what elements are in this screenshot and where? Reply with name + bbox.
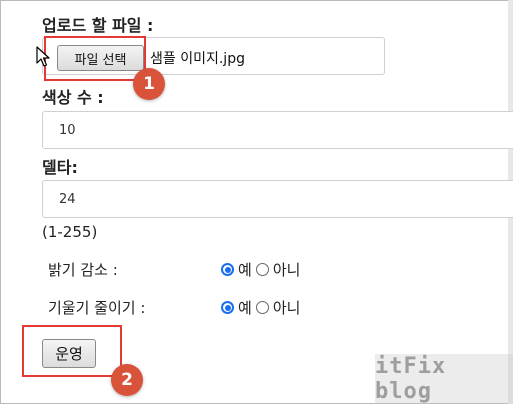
colors-count-value: 10 [59, 122, 76, 138]
selected-file-name: 샘플 이미지.jpg [150, 51, 245, 67]
reduce-gradient-no-radio[interactable] [255, 301, 269, 314]
highlight-box-1 [44, 36, 146, 81]
delta-label: 델타: [42, 158, 78, 177]
reduce-brightness-no-label: 아니 [272, 261, 301, 279]
colors-count-input[interactable]: 10 [42, 111, 513, 149]
reduce-gradient-label: 기울기 줄이기 : [48, 299, 146, 317]
reduce-gradient-yes-label: 예 [238, 299, 252, 317]
mouse-cursor-icon [36, 46, 50, 67]
delta-range-note: (1-255) [42, 223, 98, 241]
reduce-gradient-yes-radio[interactable] [221, 301, 234, 314]
step-badge-1: 1 [133, 68, 165, 100]
reduce-gradient-options: 예 아니 [221, 297, 304, 318]
reduce-gradient-no-label: 아니 [272, 299, 301, 317]
upload-file-label: 업로드 할 파일 : [42, 16, 154, 35]
step-badge-2: 2 [111, 364, 143, 396]
reduce-brightness-yes-radio[interactable] [221, 263, 234, 276]
reduce-brightness-label: 밝기 감소 : [48, 261, 118, 279]
reduce-brightness-no-radio[interactable] [255, 263, 269, 276]
reduce-brightness-yes-label: 예 [238, 261, 252, 279]
colors-count-label: 색상 수 : [42, 88, 104, 107]
delta-value: 24 [59, 191, 76, 207]
reduce-brightness-options: 예 아니 [221, 259, 304, 280]
watermark: itFix blog [375, 354, 513, 404]
highlight-box-2 [22, 325, 122, 377]
delta-input[interactable]: 24 [42, 180, 513, 218]
